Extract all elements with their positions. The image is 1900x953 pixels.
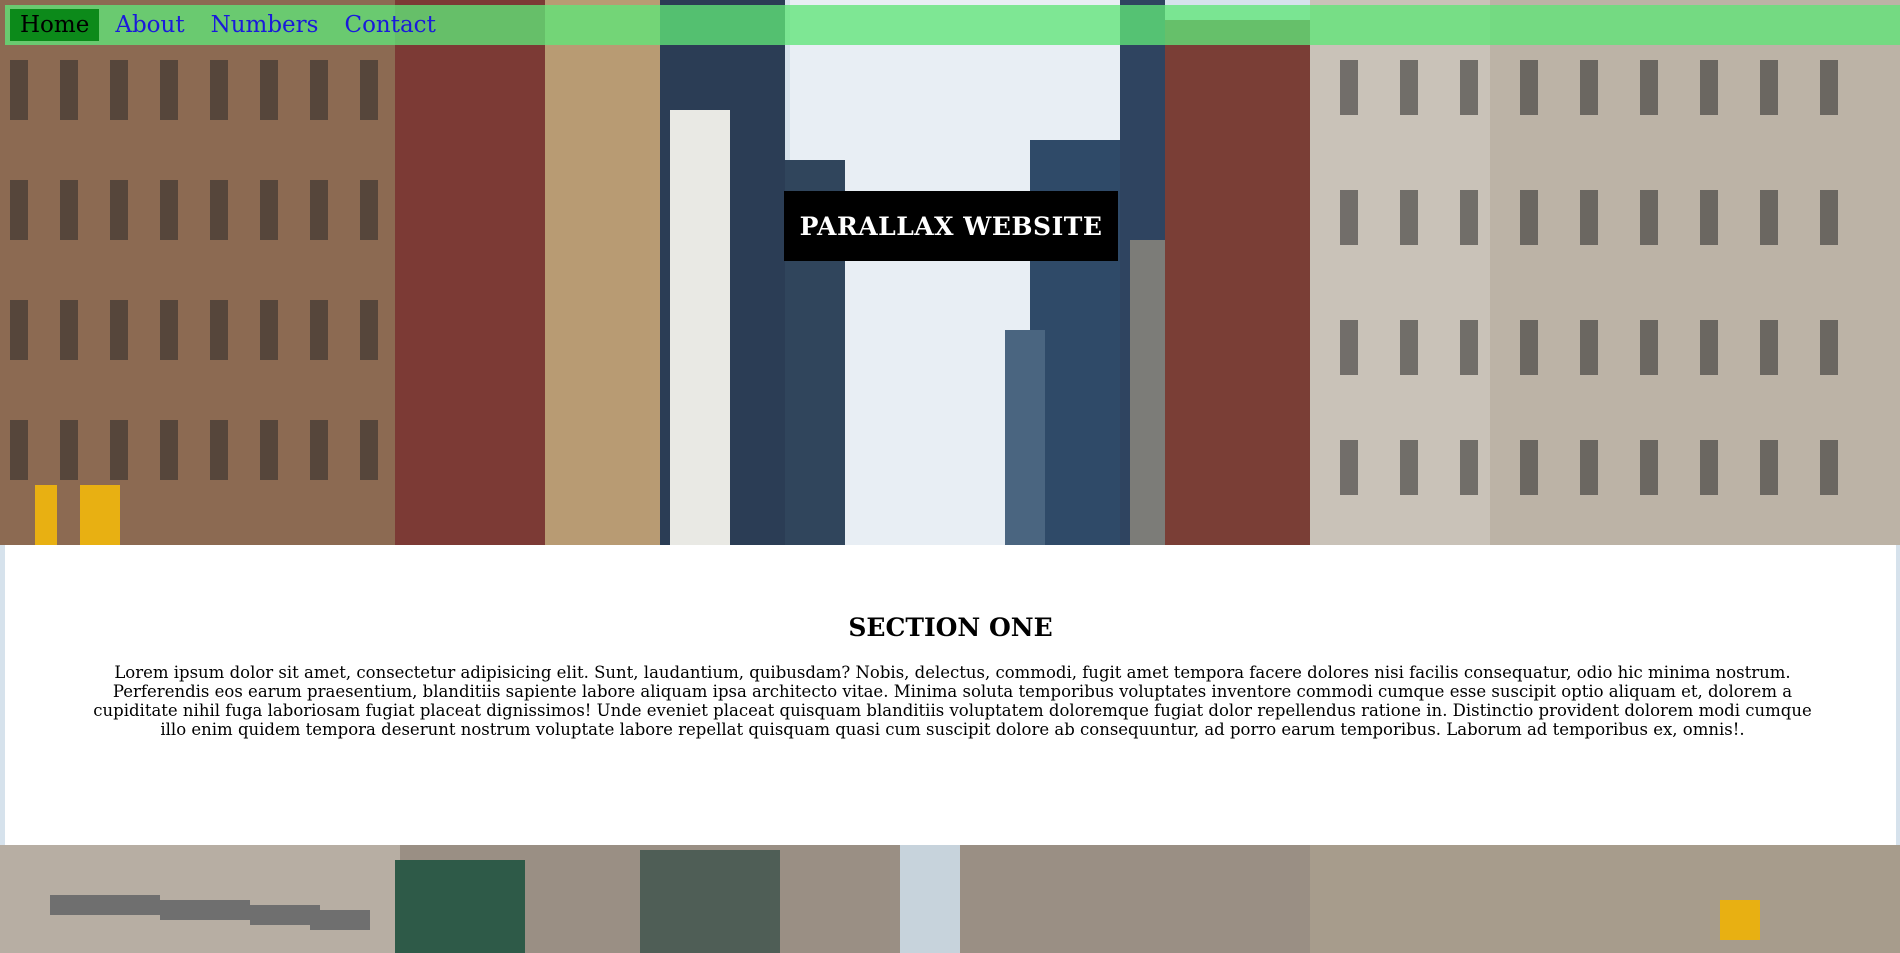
- page: Home About Numbers Contact PARALLAX WEBS…: [0, 0, 1900, 953]
- nav-link-numbers[interactable]: Numbers: [201, 7, 329, 43]
- top-navigation: Home About Numbers Contact: [5, 5, 1900, 45]
- hero-title-text: PARALLAX WEBSITE: [799, 211, 1103, 241]
- nav-link-about[interactable]: About: [105, 7, 194, 43]
- hero-title: PARALLAX WEBSITE: [784, 191, 1118, 261]
- section-body-text: Lorem ipsum dolor sit amet, consectetur …: [93, 663, 1812, 739]
- section-heading: SECTION ONE: [848, 613, 1053, 642]
- section-one: SECTION ONE Lorem ipsum dolor sit amet, …: [5, 545, 1896, 845]
- nav-link-contact[interactable]: Contact: [334, 7, 445, 43]
- nav-link-home[interactable]: Home: [10, 9, 100, 41]
